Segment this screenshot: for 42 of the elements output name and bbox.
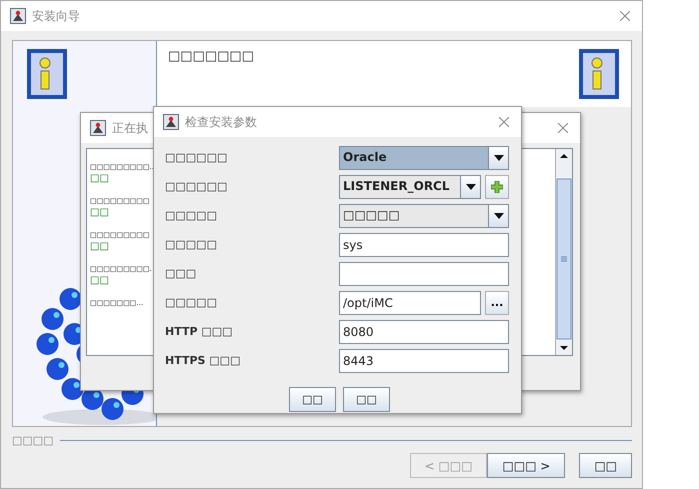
dialog-title: 正在执 xyxy=(112,120,148,136)
field-label: □□□□□ xyxy=(165,238,218,251)
field-label: HTTP □□□ xyxy=(165,325,234,338)
input-field[interactable] xyxy=(339,262,509,286)
dialog-title: 检查安装参数 xyxy=(185,114,257,130)
scrollbar[interactable] xyxy=(555,149,572,355)
field-label: HTTPS □□□ xyxy=(165,354,242,367)
close-icon[interactable] xyxy=(558,123,568,133)
step-status: □□ xyxy=(90,275,109,286)
field-label: □□□ xyxy=(165,267,198,280)
caret-icon xyxy=(466,184,476,190)
field-label: □□□□□□ xyxy=(165,151,228,164)
header-title: □□□□□□□ xyxy=(168,49,254,64)
plus-icon xyxy=(491,180,503,192)
dialog-button[interactable]: □□ xyxy=(343,387,390,412)
footer-label: □□□□ xyxy=(12,434,54,447)
app-icon xyxy=(163,114,179,130)
browse-button[interactable]: ... xyxy=(485,290,509,314)
step-status: □□ xyxy=(90,173,109,184)
step-status: □□ xyxy=(90,241,109,252)
caret-icon xyxy=(494,154,504,160)
dropdown[interactable]: Oracle xyxy=(339,146,509,170)
wizard-button[interactable]: □□□ > xyxy=(487,453,566,478)
dropdown[interactable]: □□□□□ xyxy=(339,204,509,228)
input-field[interactable]: sys xyxy=(339,232,509,256)
step-status: □□ xyxy=(90,207,109,218)
close-icon[interactable] xyxy=(620,11,630,21)
field-label: □□□□□ xyxy=(165,296,218,309)
dropdown[interactable]: LISTENER_ORCL xyxy=(339,174,481,198)
caret-icon xyxy=(494,212,504,218)
app-icon xyxy=(90,120,106,136)
input-field[interactable]: /opt/iMC xyxy=(339,290,481,314)
input-field[interactable]: 8080 xyxy=(339,320,509,344)
app-icon xyxy=(10,8,26,24)
add-button[interactable] xyxy=(485,174,509,198)
close-icon[interactable] xyxy=(499,117,509,127)
field-label: □□□□□□ xyxy=(165,180,228,193)
window-title: 安装向导 xyxy=(32,8,80,24)
field-label: □□□□□ xyxy=(165,209,218,222)
wizard-button[interactable]: □□ xyxy=(579,453,632,478)
input-field[interactable]: 8443 xyxy=(339,348,509,372)
dialog-button[interactable]: □□ xyxy=(289,387,336,412)
